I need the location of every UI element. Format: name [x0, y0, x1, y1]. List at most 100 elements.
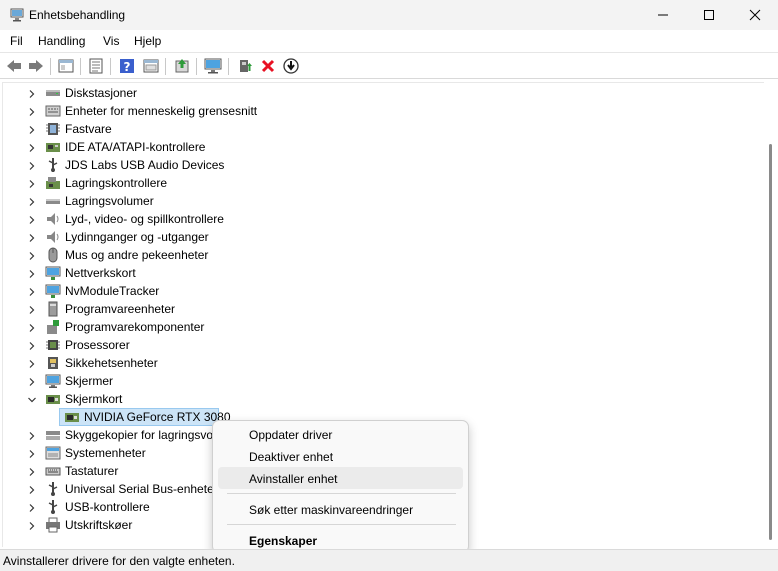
minimize-button[interactable] [640, 0, 686, 30]
tree-category-node[interactable]: Skjermer [3, 372, 763, 390]
update-driver-menu-item[interactable]: Oppdater driver [218, 423, 463, 445]
printer-icon [45, 517, 61, 533]
chevron-right-icon[interactable] [27, 448, 37, 458]
hid-icon [45, 103, 61, 119]
forward-icon [29, 60, 43, 72]
tree-category-node[interactable]: JDS Labs USB Audio Devices [3, 156, 763, 174]
tree-category-node[interactable]: Lagringsvolumer [3, 192, 763, 210]
tree-node-label: Skjermer [65, 374, 114, 388]
tree-category-node[interactable]: Lyd-, video- og spillkontrollere [3, 210, 763, 228]
disable-device-button[interactable] [281, 56, 301, 76]
network-adapter-icon [45, 283, 61, 299]
chevron-right-icon[interactable] [27, 214, 37, 224]
window-title: Enhetsbehandling [29, 8, 126, 22]
enable-device-button[interactable] [235, 56, 255, 76]
scan-hardware-button[interactable] [203, 56, 223, 76]
uninstall-device-menu-item[interactable]: Avinstaller enhet [218, 467, 463, 489]
toolbar-separator [80, 58, 81, 75]
tree-category-node[interactable]: Lagringskontrollere [3, 174, 763, 192]
processor-icon [45, 337, 61, 353]
tree-category-node[interactable]: Enheter for menneskelig grensesnitt [3, 102, 763, 120]
tree-category-node[interactable]: Lydinnganger og -utganger [3, 228, 763, 246]
tree-node-label: Lyd-, video- og spillkontrollere [65, 212, 224, 226]
tree-category-node[interactable]: Programvarekomponenter [3, 318, 763, 336]
menu-view[interactable]: Vis [103, 34, 119, 48]
chevron-right-icon[interactable] [27, 376, 37, 386]
menu-item-label: Oppdater driver [249, 428, 333, 442]
chevron-right-icon[interactable] [27, 484, 37, 494]
chevron-right-icon[interactable] [27, 358, 37, 368]
menu-item-label: Deaktiver enhet [249, 450, 334, 464]
storage-volume-icon [45, 193, 61, 209]
update-driver-button[interactable] [172, 56, 192, 76]
tree-node-label: IDE ATA/ATAPI-kontrollere [65, 140, 206, 154]
chevron-right-icon[interactable] [27, 502, 37, 512]
menu-help[interactable]: Hjelp [134, 34, 161, 48]
maximize-button[interactable] [686, 0, 732, 30]
list-view-button[interactable] [86, 56, 106, 76]
menu-action[interactable]: Handling [38, 34, 85, 48]
resource-view-icon [143, 59, 159, 73]
chevron-right-icon[interactable] [27, 340, 37, 350]
chevron-right-icon[interactable] [27, 160, 37, 170]
chevron-right-icon[interactable] [27, 466, 37, 476]
close-button[interactable] [732, 0, 778, 30]
chevron-right-icon[interactable] [27, 178, 37, 188]
system-device-icon [45, 445, 61, 461]
tree-node-label: Utskriftskøer [65, 518, 133, 532]
security-device-icon [45, 355, 61, 371]
tree-node-label: Lagringskontrollere [65, 176, 168, 190]
network-adapter-icon [45, 265, 61, 281]
menu-file[interactable]: Fil [10, 34, 23, 48]
back-button[interactable] [4, 56, 24, 76]
tree-category-node[interactable]: NvModuleTracker [3, 282, 763, 300]
properties-window-button[interactable] [56, 56, 76, 76]
tree-node-label: Fastvare [65, 122, 112, 136]
chevron-right-icon[interactable] [27, 322, 37, 332]
disable-device-menu-item[interactable]: Deaktiver enhet [218, 445, 463, 467]
help-button[interactable]: ? [117, 56, 137, 76]
chevron-right-icon[interactable] [27, 520, 37, 530]
resource-view-button[interactable] [141, 56, 161, 76]
tree-category-node[interactable]: Prosessorer [3, 336, 763, 354]
tree-category-node[interactable]: Mus og andre pekeenheter [3, 246, 763, 264]
toolbar-separator [228, 58, 229, 75]
chevron-right-icon[interactable] [27, 232, 37, 242]
chevron-right-icon[interactable] [27, 88, 37, 98]
tree-category-node[interactable]: Fastvare [3, 120, 763, 138]
toolbar-separator [196, 58, 197, 75]
tree-node-label: Tastaturer [65, 464, 119, 478]
chevron-right-icon[interactable] [27, 142, 37, 152]
chevron-right-icon[interactable] [27, 124, 37, 134]
uninstall-device-button[interactable] [258, 56, 278, 76]
tree-node-label: Nettverkskort [65, 266, 136, 280]
status-bar: Avinstallerer drivere for den valgte enh… [0, 549, 778, 571]
chevron-right-icon[interactable] [27, 196, 37, 206]
software-device-icon [45, 301, 61, 317]
toolbar-separator [50, 58, 51, 75]
properties-menu-item[interactable]: Egenskaper [218, 529, 463, 551]
tree-category-node[interactable]: IDE ATA/ATAPI-kontrollere [3, 138, 763, 156]
tree-category-node[interactable]: Skjermkort [3, 390, 763, 408]
chevron-right-icon[interactable] [27, 286, 37, 296]
scrollbar-thumb[interactable] [769, 144, 772, 540]
chevron-down-icon[interactable] [27, 394, 37, 404]
ide-controller-icon [45, 139, 61, 155]
tree-category-node[interactable]: Diskstasjoner [3, 84, 763, 102]
context-menu: Oppdater driver Deaktiver enhet Avinstal… [212, 420, 469, 553]
tree-category-node[interactable]: Sikkehetsenheter [3, 354, 763, 372]
forward-button[interactable] [26, 56, 46, 76]
chevron-right-icon[interactable] [27, 268, 37, 278]
chevron-right-icon[interactable] [27, 430, 37, 440]
tree-category-node[interactable]: Programvareenheter [3, 300, 763, 318]
tree-category-node[interactable]: Nettverkskort [3, 264, 763, 282]
mouse-icon [45, 247, 61, 263]
scan-hardware-menu-item[interactable]: Søk etter maskinvareendringer [218, 498, 463, 520]
chevron-right-icon[interactable] [27, 304, 37, 314]
vertical-scrollbar[interactable] [764, 82, 778, 547]
help-icon: ? [120, 59, 134, 74]
tree-node-label: NVIDIA GeForce RTX 3080 [84, 410, 231, 424]
chevron-right-icon[interactable] [27, 106, 37, 116]
storage-controller-icon [45, 175, 61, 191]
chevron-right-icon[interactable] [27, 250, 37, 260]
